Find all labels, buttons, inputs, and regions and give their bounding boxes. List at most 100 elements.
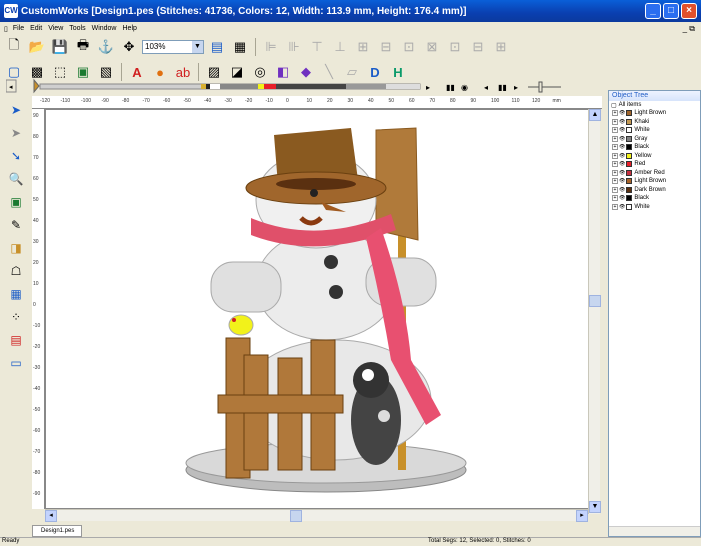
- eye-icon[interactable]: 👁: [619, 161, 625, 167]
- ruler-tick: -90: [33, 491, 41, 497]
- save-icon[interactable]: 💾: [50, 37, 70, 57]
- tree-item[interactable]: + 👁 Black: [609, 143, 700, 152]
- redo-icon[interactable]: ⊞: [491, 37, 511, 57]
- tree-item[interactable]: + 👁 White: [609, 126, 700, 135]
- tree-item[interactable]: + 👁 Gray: [609, 135, 700, 144]
- ruler-tick: -100: [81, 98, 92, 104]
- pointer-icon[interactable]: ➤: [6, 100, 26, 120]
- distribute-icon[interactable]: ⊞: [353, 37, 373, 57]
- eye-icon[interactable]: 👁: [619, 153, 625, 159]
- eye-icon[interactable]: 👁: [619, 187, 625, 193]
- palette-icon[interactable]: ▤: [6, 330, 26, 350]
- view-icon[interactable]: ▤: [207, 37, 227, 57]
- eye-icon[interactable]: 👁: [619, 204, 625, 210]
- pen-icon[interactable]: ✎: [6, 215, 26, 235]
- tree-item[interactable]: + 👁 Light Brown: [609, 177, 700, 186]
- tree-root[interactable]: ▢ All items: [609, 101, 700, 109]
- scroll-up-button[interactable]: ▲: [589, 109, 601, 121]
- flip-icon[interactable]: ⊡: [399, 37, 419, 57]
- tree-item[interactable]: + 👁 Red: [609, 160, 700, 169]
- menu-tools[interactable]: Tools: [66, 25, 88, 32]
- expand-icon[interactable]: +: [612, 178, 618, 185]
- undo-icon[interactable]: ⊟: [468, 37, 488, 57]
- align-center-icon[interactable]: ⊪: [284, 37, 304, 57]
- tree-item[interactable]: + 👁 Black: [609, 194, 700, 203]
- scroll-down-button[interactable]: ▼: [589, 501, 601, 513]
- eye-icon[interactable]: 👁: [619, 178, 625, 184]
- ruler-tick: -40: [33, 386, 41, 392]
- design-canvas[interactable]: [45, 109, 590, 509]
- ruler-tick: -20: [245, 98, 253, 104]
- menu-help[interactable]: Help: [120, 25, 140, 32]
- horizontal-scrollbar[interactable]: ◂ ▸: [45, 509, 588, 522]
- align-top-icon[interactable]: ⊤: [307, 37, 327, 57]
- expand-icon[interactable]: +: [612, 118, 618, 125]
- expand-icon[interactable]: +: [612, 127, 618, 134]
- zoom-select[interactable]: 103% ▼: [142, 40, 204, 54]
- reshape-icon[interactable]: ➤: [6, 123, 26, 143]
- tree-item[interactable]: + 👁 Amber Red: [609, 169, 700, 178]
- pan-icon[interactable]: ⚓: [96, 37, 116, 57]
- eye-icon[interactable]: 👁: [619, 119, 625, 125]
- vertical-scroll-thumb[interactable]: [589, 295, 601, 307]
- tree-horizontal-scrollbar[interactable]: [609, 526, 700, 536]
- grid-icon[interactable]: ▦: [230, 37, 250, 57]
- stitch-progress-bar[interactable]: ◂ ▸ ▮▮ ◉ ◂ ▮▮ ▸: [6, 77, 606, 95]
- minimize-button[interactable]: _: [645, 3, 661, 19]
- document-tab[interactable]: Design1.pes: [32, 525, 82, 537]
- scroll-left-button[interactable]: ◂: [45, 510, 57, 522]
- tree-item-label: Khaki: [634, 118, 650, 125]
- expand-icon[interactable]: +: [612, 203, 618, 210]
- tree-item-label: White: [634, 127, 650, 134]
- tree-item[interactable]: + 👁 Khaki: [609, 118, 700, 127]
- maximize-button[interactable]: □: [663, 3, 679, 19]
- tree-item[interactable]: + 👁 Yellow: [609, 152, 700, 161]
- menu-window[interactable]: Window: [89, 25, 120, 32]
- eye-icon[interactable]: 👁: [619, 170, 625, 176]
- ruler-tick: 40: [368, 98, 374, 104]
- group-icon[interactable]: ⊟: [376, 37, 396, 57]
- horizontal-scroll-thumb[interactable]: [290, 510, 302, 522]
- zoom-icon[interactable]: 🔍: [6, 169, 26, 189]
- expand-icon[interactable]: +: [612, 195, 618, 202]
- menu-file[interactable]: File: [10, 25, 27, 32]
- expand-icon[interactable]: +: [612, 169, 618, 176]
- mdi-controls[interactable]: _ ⧉: [683, 24, 695, 34]
- tree-item[interactable]: + 👁 Dark Brown: [609, 186, 700, 195]
- vertical-scrollbar[interactable]: ▲ ▼: [588, 109, 601, 514]
- dots-icon[interactable]: ⁘: [6, 307, 26, 327]
- print-icon[interactable]: 🖶: [73, 37, 93, 57]
- align-left-icon[interactable]: ⊫: [261, 37, 281, 57]
- map-icon[interactable]: ▣: [6, 192, 26, 212]
- eye-icon[interactable]: 👁: [619, 127, 625, 133]
- eye-icon[interactable]: 👁: [619, 110, 625, 116]
- eye-icon[interactable]: 👁: [619, 136, 625, 142]
- lock-icon[interactable]: ⊡: [445, 37, 465, 57]
- ghost-icon[interactable]: ☖: [6, 261, 26, 281]
- expand-icon[interactable]: +: [612, 161, 618, 168]
- table-icon[interactable]: ▦: [6, 284, 26, 304]
- expand-icon[interactable]: +: [612, 110, 618, 117]
- tree-item-label: White: [634, 203, 650, 210]
- eye-icon[interactable]: 👁: [619, 144, 625, 150]
- tree-item[interactable]: + 👁 Light Brown: [609, 109, 700, 118]
- align-bottom-icon[interactable]: ⊥: [330, 37, 350, 57]
- tree-item[interactable]: + 👁 White: [609, 203, 700, 212]
- open-icon[interactable]: 📂: [27, 37, 47, 57]
- rotate-icon[interactable]: ⊠: [422, 37, 442, 57]
- close-button[interactable]: ×: [681, 3, 697, 19]
- ruler-tick: 20: [33, 260, 39, 266]
- node-icon[interactable]: ➘: [6, 146, 26, 166]
- shape-icon[interactable]: ◨: [6, 238, 26, 258]
- menu-edit[interactable]: Edit: [27, 25, 45, 32]
- expand-icon[interactable]: +: [612, 186, 618, 193]
- eye-icon[interactable]: 👁: [619, 195, 625, 201]
- expand-icon[interactable]: +: [612, 152, 618, 159]
- expand-icon[interactable]: +: [612, 135, 618, 142]
- select-icon[interactable]: ✥: [119, 37, 139, 57]
- new-icon[interactable]: 🗋: [4, 37, 24, 57]
- expand-icon[interactable]: +: [612, 144, 618, 151]
- scroll-right-button[interactable]: ▸: [576, 510, 588, 522]
- monitor-icon[interactable]: ▭: [6, 353, 26, 373]
- menu-view[interactable]: View: [45, 25, 66, 32]
